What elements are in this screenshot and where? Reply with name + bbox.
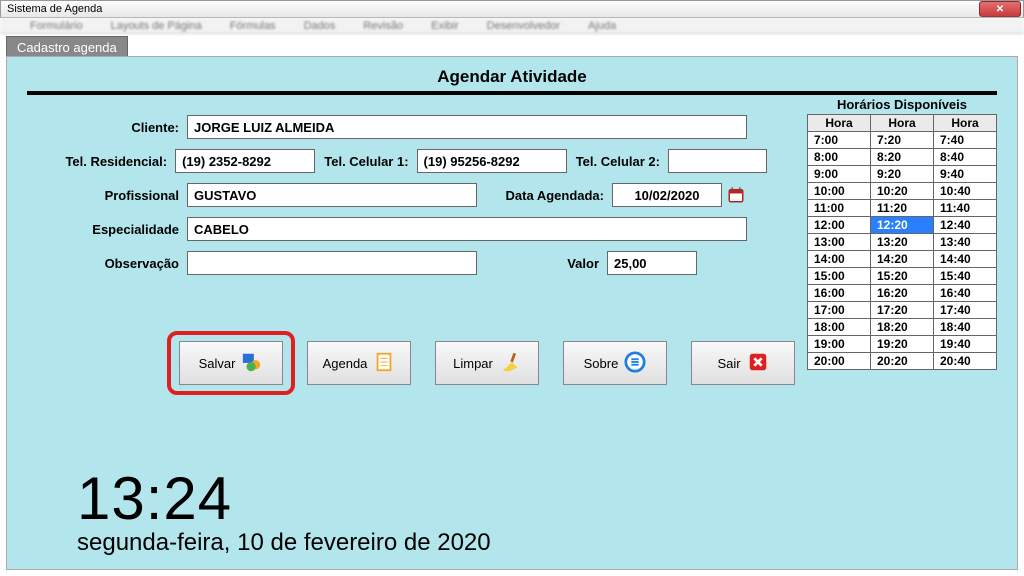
form-area: Cliente: Tel. Residencial: Tel. Celular … [37,115,767,285]
hours-cell[interactable]: 19:20 [871,336,934,353]
title-rule [27,91,997,95]
label-tel-cel1: Tel. Celular 1: [315,154,416,169]
hours-cell[interactable]: 7:40 [934,132,997,149]
hours-cell[interactable]: 15:40 [934,268,997,285]
input-data-agendada[interactable] [612,183,722,207]
hours-cell[interactable]: 20:40 [934,353,997,370]
hours-cell[interactable]: 13:40 [934,234,997,251]
hours-table[interactable]: Hora Hora Hora 7:007:207:408:008:208:409… [807,114,997,370]
hours-cell[interactable]: 8:20 [871,149,934,166]
hours-cell[interactable]: 17:20 [871,302,934,319]
salvar-button[interactable]: Salvar [179,341,283,385]
label-observacao: Observação [37,256,187,271]
hours-cell[interactable]: 10:40 [934,183,997,200]
background-menubar: Formulário Layouts de Página Fórmulas Da… [0,18,1024,34]
sobre-button[interactable]: Sobre [563,341,667,385]
hours-cell[interactable]: 12:20 [871,217,934,234]
label-especialidade: Especialidade [37,222,187,237]
hours-cell[interactable]: 20:20 [871,353,934,370]
hours-cell[interactable]: 14:40 [934,251,997,268]
hours-cell[interactable]: 20:00 [808,353,871,370]
agenda-button[interactable]: Agenda [307,341,411,385]
agenda-label: Agenda [323,356,368,371]
hours-cell[interactable]: 9:00 [808,166,871,183]
hours-cell[interactable]: 7:20 [871,132,934,149]
hours-cell[interactable]: 13:00 [808,234,871,251]
hours-cell[interactable]: 7:00 [808,132,871,149]
label-data-agendada: Data Agendada: [477,188,612,203]
hours-cell[interactable]: 18:20 [871,319,934,336]
hours-cell[interactable]: 19:40 [934,336,997,353]
sair-label: Sair [717,356,740,371]
hours-cell[interactable]: 9:20 [871,166,934,183]
input-tel-cel2[interactable] [668,149,767,173]
hours-cell[interactable]: 15:20 [871,268,934,285]
hours-cell[interactable]: 8:00 [808,149,871,166]
hours-title: Horários Disponíveis [807,97,997,112]
input-valor[interactable] [607,251,697,275]
save-users-icon [241,351,263,376]
hours-cell[interactable]: 19:00 [808,336,871,353]
input-tel-res[interactable] [175,149,315,173]
hours-cell[interactable]: 10:20 [871,183,934,200]
hours-cell[interactable]: 14:20 [871,251,934,268]
clock-date: segunda-feira, 10 de fevereiro de 2020 [77,529,491,557]
input-profissional[interactable] [187,183,477,207]
hours-cell[interactable]: 8:40 [934,149,997,166]
close-icon: ✕ [996,4,1004,15]
page-title: Agendar Atividade [7,67,1017,87]
label-cliente: Cliente: [37,120,187,135]
sobre-label: Sobre [584,356,619,371]
hours-cell[interactable]: 9:40 [934,166,997,183]
window-titlebar: Sistema de Agenda ✕ [0,0,1024,18]
hours-header: Hora [934,115,997,132]
limpar-label: Limpar [453,356,493,371]
hours-cell[interactable]: 14:00 [808,251,871,268]
info-list-icon [624,351,646,376]
input-observacao[interactable] [187,251,477,275]
label-tel-cel2: Tel. Celular 2: [567,154,668,169]
hours-cell[interactable]: 12:40 [934,217,997,234]
hours-cell[interactable]: 17:00 [808,302,871,319]
hours-cell[interactable]: 16:00 [808,285,871,302]
limpar-button[interactable]: Limpar [435,341,539,385]
hours-header: Hora [871,115,934,132]
label-tel-res: Tel. Residencial: [37,154,175,169]
hours-available: Horários Disponíveis Hora Hora Hora 7:00… [807,97,997,370]
document-icon [373,351,395,376]
salvar-label: Salvar [199,356,236,371]
label-profissional: Profissional [37,188,187,203]
hours-cell[interactable]: 16:40 [934,285,997,302]
hours-cell[interactable]: 10:00 [808,183,871,200]
hours-header: Hora [808,115,871,132]
clock-widget: 13:24 segunda-feira, 10 de fevereiro de … [77,464,491,557]
hours-cell[interactable]: 11:00 [808,200,871,217]
hours-cell[interactable]: 18:40 [934,319,997,336]
window-close-button[interactable]: ✕ [979,1,1021,17]
hours-cell[interactable]: 13:20 [871,234,934,251]
input-tel-cel1[interactable] [417,149,567,173]
hours-cell[interactable]: 16:20 [871,285,934,302]
main-panel: Agendar Atividade Cliente: Tel. Residenc… [6,56,1018,570]
hours-cell[interactable]: 11:40 [934,200,997,217]
window-title: Sistema de Agenda [7,3,102,15]
hours-cell[interactable]: 15:00 [808,268,871,285]
hours-cell[interactable]: 12:00 [808,217,871,234]
label-valor: Valor [477,256,607,271]
sair-button[interactable]: Sair [691,341,795,385]
hours-cell[interactable]: 18:00 [808,319,871,336]
input-cliente[interactable] [187,115,747,139]
hours-cell[interactable]: 11:20 [871,200,934,217]
clock-time: 13:24 [77,464,491,533]
broom-icon [499,351,521,376]
exit-icon [747,351,769,376]
button-row: Salvar Agenda Limpar Sobre Sair [179,341,795,385]
hours-cell[interactable]: 17:40 [934,302,997,319]
input-especialidade[interactable] [187,217,747,241]
calendar-icon[interactable] [726,185,746,205]
